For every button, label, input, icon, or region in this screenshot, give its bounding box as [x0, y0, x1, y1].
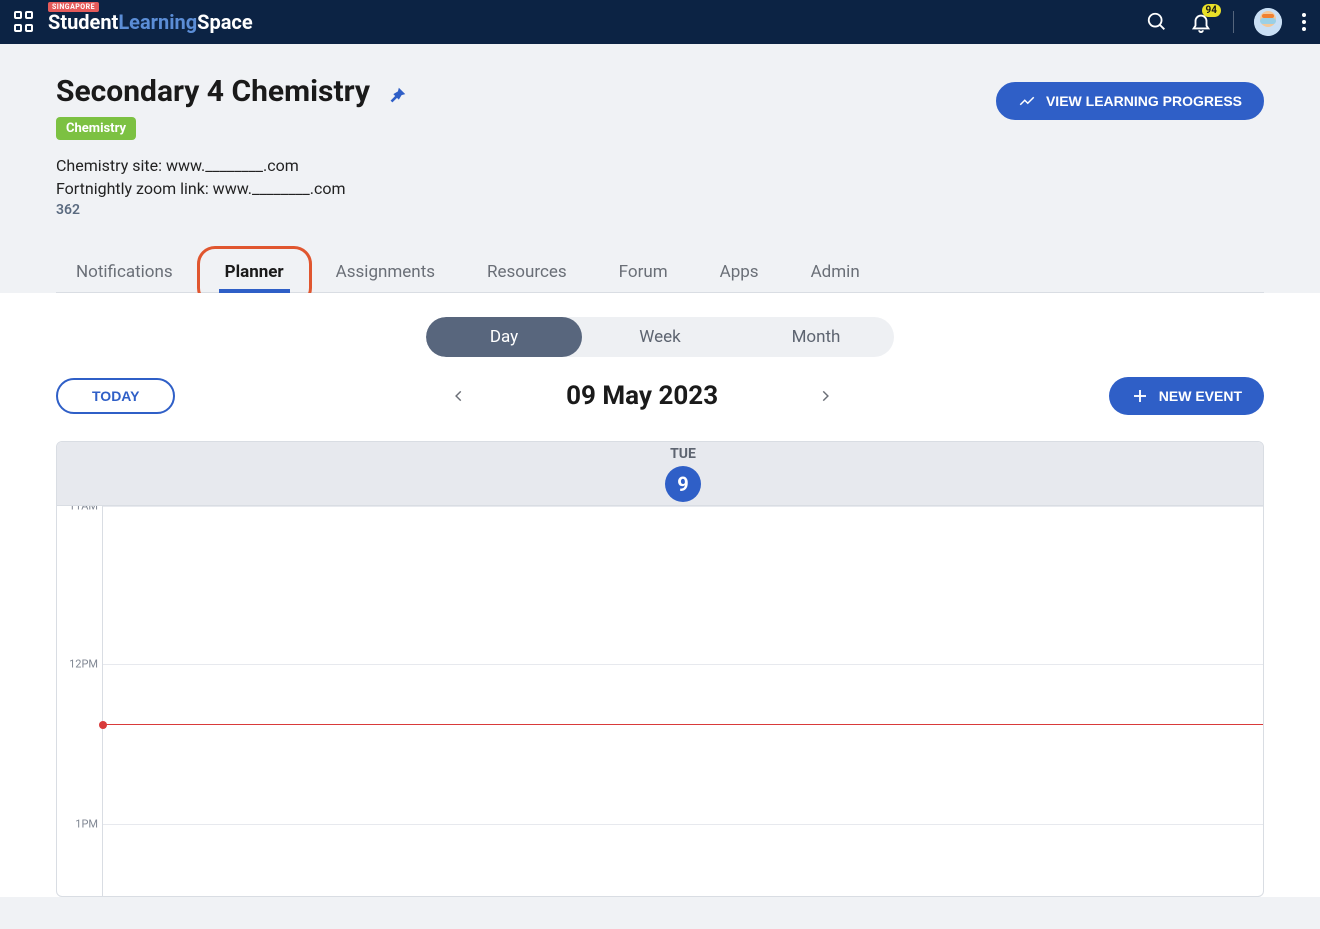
date-label: 09 May 2023	[566, 381, 718, 411]
tab-admin[interactable]: Admin	[805, 252, 866, 292]
tab-planner[interactable]: Planner	[219, 252, 290, 292]
apps-grid-icon[interactable]	[14, 11, 36, 33]
now-indicator-dot	[99, 721, 107, 729]
tab-resources[interactable]: Resources	[481, 252, 573, 292]
calendar-day-header: TUE 9	[57, 442, 1263, 506]
today-button[interactable]: TODAY	[56, 378, 175, 414]
subject-chip: Chemistry	[56, 117, 136, 140]
tab-apps[interactable]: Apps	[714, 252, 765, 292]
view-segmented-control: Day Week Month	[426, 317, 894, 357]
desc-line-1: Chemistry site: www.________.com	[56, 156, 1264, 175]
tab-assignments[interactable]: Assignments	[330, 252, 441, 292]
chevron-right-icon[interactable]	[818, 386, 832, 406]
hour-line	[103, 824, 1263, 825]
tab-bar: Notifications Planner Assignments Resour…	[56, 252, 1264, 293]
date-nav: 09 May 2023	[452, 381, 832, 411]
count-label: 362	[56, 202, 1264, 218]
notifications-badge: 94	[1202, 4, 1221, 17]
search-icon[interactable]	[1145, 10, 1169, 34]
day-of-week: TUE	[670, 446, 696, 462]
day-number: 9	[665, 466, 701, 502]
plus-icon	[1131, 387, 1149, 405]
new-event-label: NEW EVENT	[1159, 388, 1242, 404]
view-learning-progress-button[interactable]: VIEW LEARNING PROGRESS	[996, 82, 1264, 120]
new-event-button[interactable]: NEW EVENT	[1109, 377, 1264, 415]
chart-line-icon	[1018, 92, 1036, 110]
divider	[1233, 11, 1234, 33]
calendar-area: Day Week Month TODAY 09 May 2023 NEW EVE…	[0, 293, 1320, 897]
chevron-left-icon[interactable]	[452, 386, 466, 406]
brand-word-2: Learning	[118, 10, 197, 34]
now-indicator-line	[103, 724, 1263, 725]
hour-line	[103, 664, 1263, 665]
notifications-icon[interactable]: 94	[1189, 10, 1213, 34]
time-column: 11AM 12PM 1PM	[57, 506, 103, 896]
seg-month[interactable]: Month	[738, 317, 894, 357]
brand[interactable]: SINGAPORE StudentLearningSpace	[48, 10, 253, 34]
seg-day[interactable]: Day	[426, 317, 582, 357]
top-bar: SINGAPORE StudentLearningSpace 94	[0, 0, 1320, 44]
calendar-grid: TUE 9 11AM 12PM 1PM	[56, 441, 1264, 897]
kebab-menu-icon[interactable]	[1302, 13, 1306, 31]
time-label-11am: 11AM	[69, 506, 98, 513]
brand-tag: SINGAPORE	[48, 2, 99, 12]
time-label-1pm: 1PM	[75, 818, 98, 831]
time-label-12pm: 12PM	[69, 658, 98, 671]
pin-icon[interactable]	[386, 85, 408, 107]
brand-word-1: Student	[48, 10, 118, 34]
page-header: VIEW LEARNING PROGRESS Secondary 4 Chemi…	[0, 44, 1320, 293]
tab-notifications[interactable]: Notifications	[70, 252, 179, 292]
seg-week[interactable]: Week	[582, 317, 738, 357]
brand-word-3: Space	[197, 10, 253, 34]
events-column[interactable]	[103, 506, 1263, 896]
page-title: Secondary 4 Chemistry	[56, 74, 370, 109]
desc-line-2: Fortnightly zoom link: www.________.com	[56, 179, 1264, 198]
tab-forum[interactable]: Forum	[613, 252, 674, 292]
hour-line	[103, 506, 1263, 507]
avatar[interactable]	[1254, 8, 1282, 36]
progress-btn-label: VIEW LEARNING PROGRESS	[1046, 93, 1242, 109]
